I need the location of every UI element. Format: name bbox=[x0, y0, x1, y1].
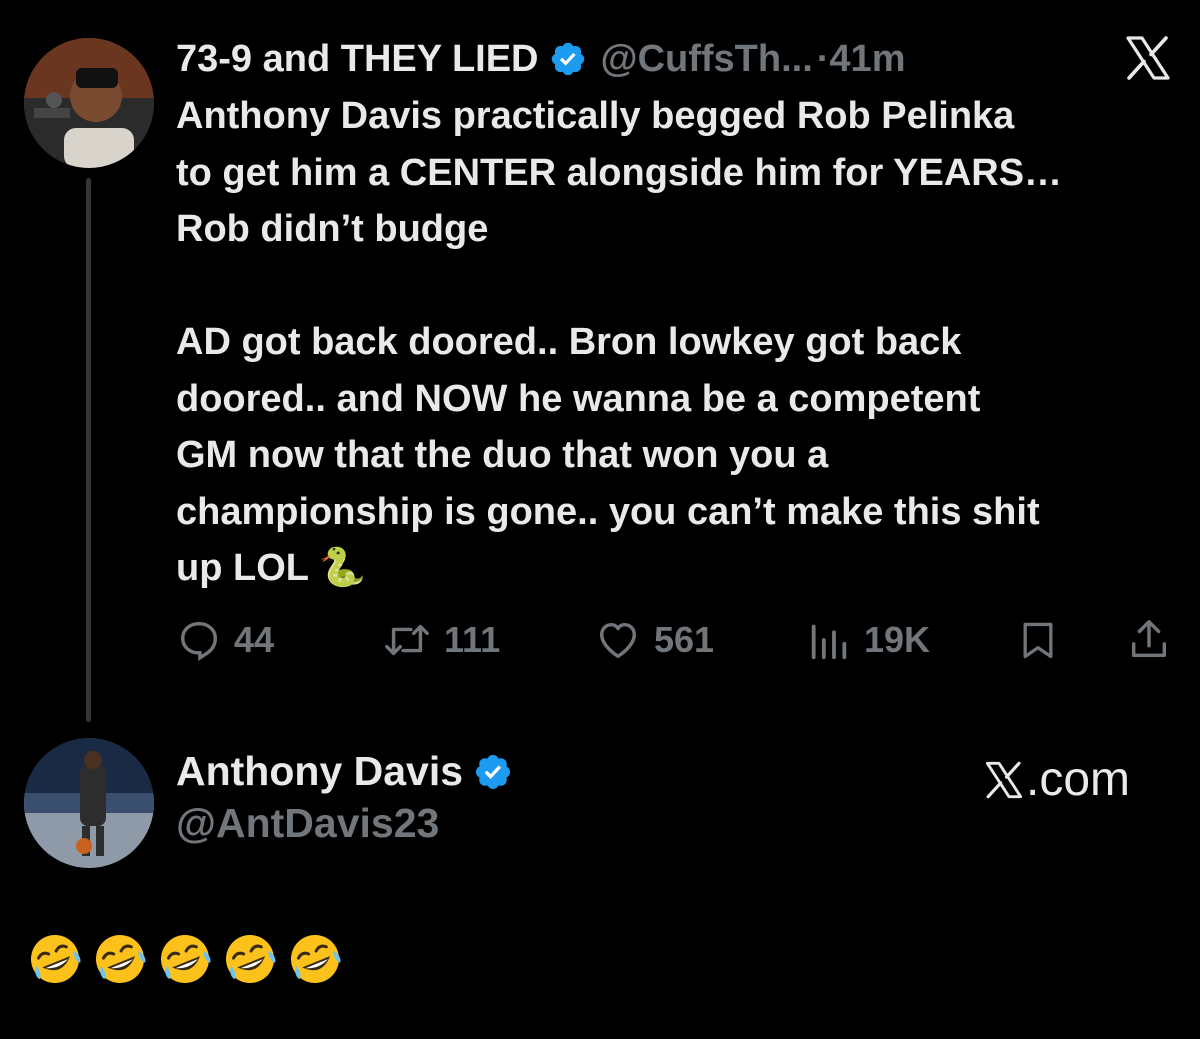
tweet-actions-bar: 44 111 561 19K bbox=[176, 612, 1176, 668]
x-com-watermark: .com bbox=[984, 752, 1130, 807]
reply-text: 🤣🤣🤣🤣🤣 bbox=[28, 930, 353, 988]
thread-connector-line bbox=[86, 178, 91, 722]
x-logo-icon bbox=[985, 761, 1023, 798]
author-handle[interactable]: @CuffsTh... bbox=[601, 38, 813, 81]
display-name[interactable]: 73-9 and THEY LIED bbox=[176, 38, 539, 81]
site-domain-text: .com bbox=[1026, 753, 1131, 806]
verified-badge-icon bbox=[475, 754, 511, 789]
bookmark-icon bbox=[1023, 622, 1053, 659]
reply-icon bbox=[180, 621, 218, 662]
reply-button[interactable]: 44 bbox=[176, 612, 274, 668]
dot-separator: · bbox=[816, 37, 830, 80]
view-count: 19K bbox=[864, 619, 931, 660]
share-icon bbox=[1131, 620, 1167, 658]
rofl-emoji-icon bbox=[161, 935, 211, 983]
tweet-header: 73-9 and THEY LIED @CuffsTh... · 41m bbox=[176, 30, 905, 88]
like-count: 561 bbox=[654, 619, 715, 660]
author-avatar[interactable] bbox=[24, 38, 154, 168]
share-button[interactable] bbox=[1126, 612, 1172, 668]
quoted-display-name[interactable]: Anthony Davis bbox=[176, 748, 463, 795]
repost-button[interactable]: 111 bbox=[382, 612, 500, 668]
repost-icon bbox=[385, 624, 429, 656]
rofl-emoji-icon bbox=[96, 935, 146, 983]
tweet-text: Anthony Davis practically begged Rob Pel… bbox=[176, 95, 1063, 589]
views-bar-chart-icon bbox=[811, 624, 847, 660]
like-button[interactable]: 561 bbox=[594, 612, 714, 668]
quoted-author-avatar[interactable] bbox=[24, 738, 154, 868]
rofl-emoji-icon bbox=[30, 935, 81, 983]
quoted-author-name-row: Anthony Davis bbox=[176, 748, 513, 795]
x-logo-icon[interactable] bbox=[1124, 36, 1172, 80]
repost-count: 111 bbox=[444, 619, 501, 660]
bookmark-button[interactable] bbox=[1016, 612, 1060, 668]
views-button[interactable]: 19K bbox=[806, 612, 930, 668]
quoted-author-handle[interactable]: @AntDavis23 bbox=[176, 800, 439, 847]
rofl-emoji-icon bbox=[226, 935, 276, 983]
verified-badge-icon bbox=[551, 42, 584, 76]
rofl-emoji-icon bbox=[291, 935, 341, 983]
timestamp[interactable]: 41m bbox=[829, 38, 905, 81]
reply-count: 44 bbox=[234, 619, 275, 660]
heart-icon bbox=[599, 622, 637, 659]
